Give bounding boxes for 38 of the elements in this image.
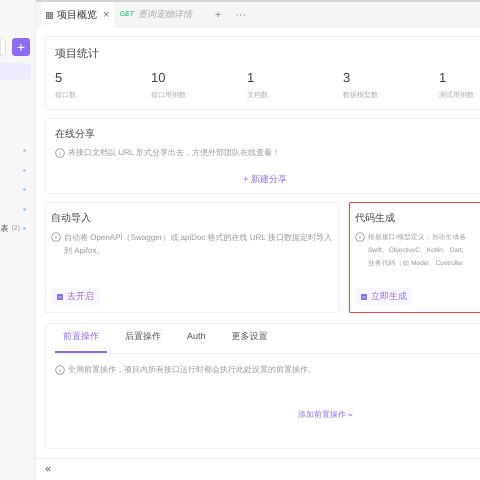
card-title: 代码生成 (355, 212, 396, 226)
stat-value: 5 (55, 70, 64, 84)
chevron-down-icon (348, 413, 353, 417)
close-icon[interactable]: × (103, 6, 110, 24)
info-icon (51, 232, 61, 242)
dropdown-field[interactable] (0, 38, 6, 56)
grid-icon (46, 12, 53, 18)
code-icon (361, 294, 367, 300)
stat-value: 1 (247, 70, 256, 84)
tab[interactable]: 项目概览 × (41, 2, 114, 28)
settings-description: 全局前置操作，项目内所有接口运行时都会执行此处设置的前置操作。 (68, 364, 316, 376)
info-icon (355, 232, 365, 242)
tree-item-label[interactable]: 表 (0, 222, 8, 235)
card-title: 在线分享 (55, 128, 96, 142)
add-button[interactable]: + (12, 38, 30, 56)
settings-tab[interactable]: 后置操作 (117, 323, 169, 353)
stat-value: 3 (343, 70, 352, 84)
settings-tab[interactable]: 更多设置 (224, 323, 276, 353)
add-tab-button[interactable]: + (214, 6, 222, 24)
card-description: 将接口文档以 URL 形式分享出去，方便外部团队在线查看！ (68, 147, 280, 159)
tab-label: 查询宠物详情 (138, 8, 192, 22)
settings-tab[interactable]: Auth (179, 323, 214, 353)
tab-label: 项目概览 (57, 8, 97, 22)
info-icon (55, 365, 65, 375)
action-button[interactable]: 立即生成 (355, 288, 413, 305)
stat-value: 10 (151, 70, 166, 84)
new-share-link[interactable]: + 新建分享 (243, 173, 287, 186)
settings-tab[interactable]: 前置操作 (55, 323, 107, 353)
stat-value: 1 (439, 70, 448, 84)
info-icon (55, 148, 65, 158)
card-description: 自动将 OpenAPI（Swagger）或 apiDoc 格式的在线 URL 接口数据定时导入到 Apifox。 (64, 232, 332, 257)
card-title: 项目统计 (55, 46, 100, 62)
more-button[interactable]: ··· (235, 6, 246, 24)
action-button[interactable]: 去开启 (51, 288, 100, 305)
card-title: 自动导入 (51, 212, 92, 226)
collapse-button[interactable]: « (45, 461, 52, 478)
add-pre-operation-dropdown[interactable]: 添加前置操作 (298, 409, 353, 421)
import-icon (57, 294, 63, 300)
